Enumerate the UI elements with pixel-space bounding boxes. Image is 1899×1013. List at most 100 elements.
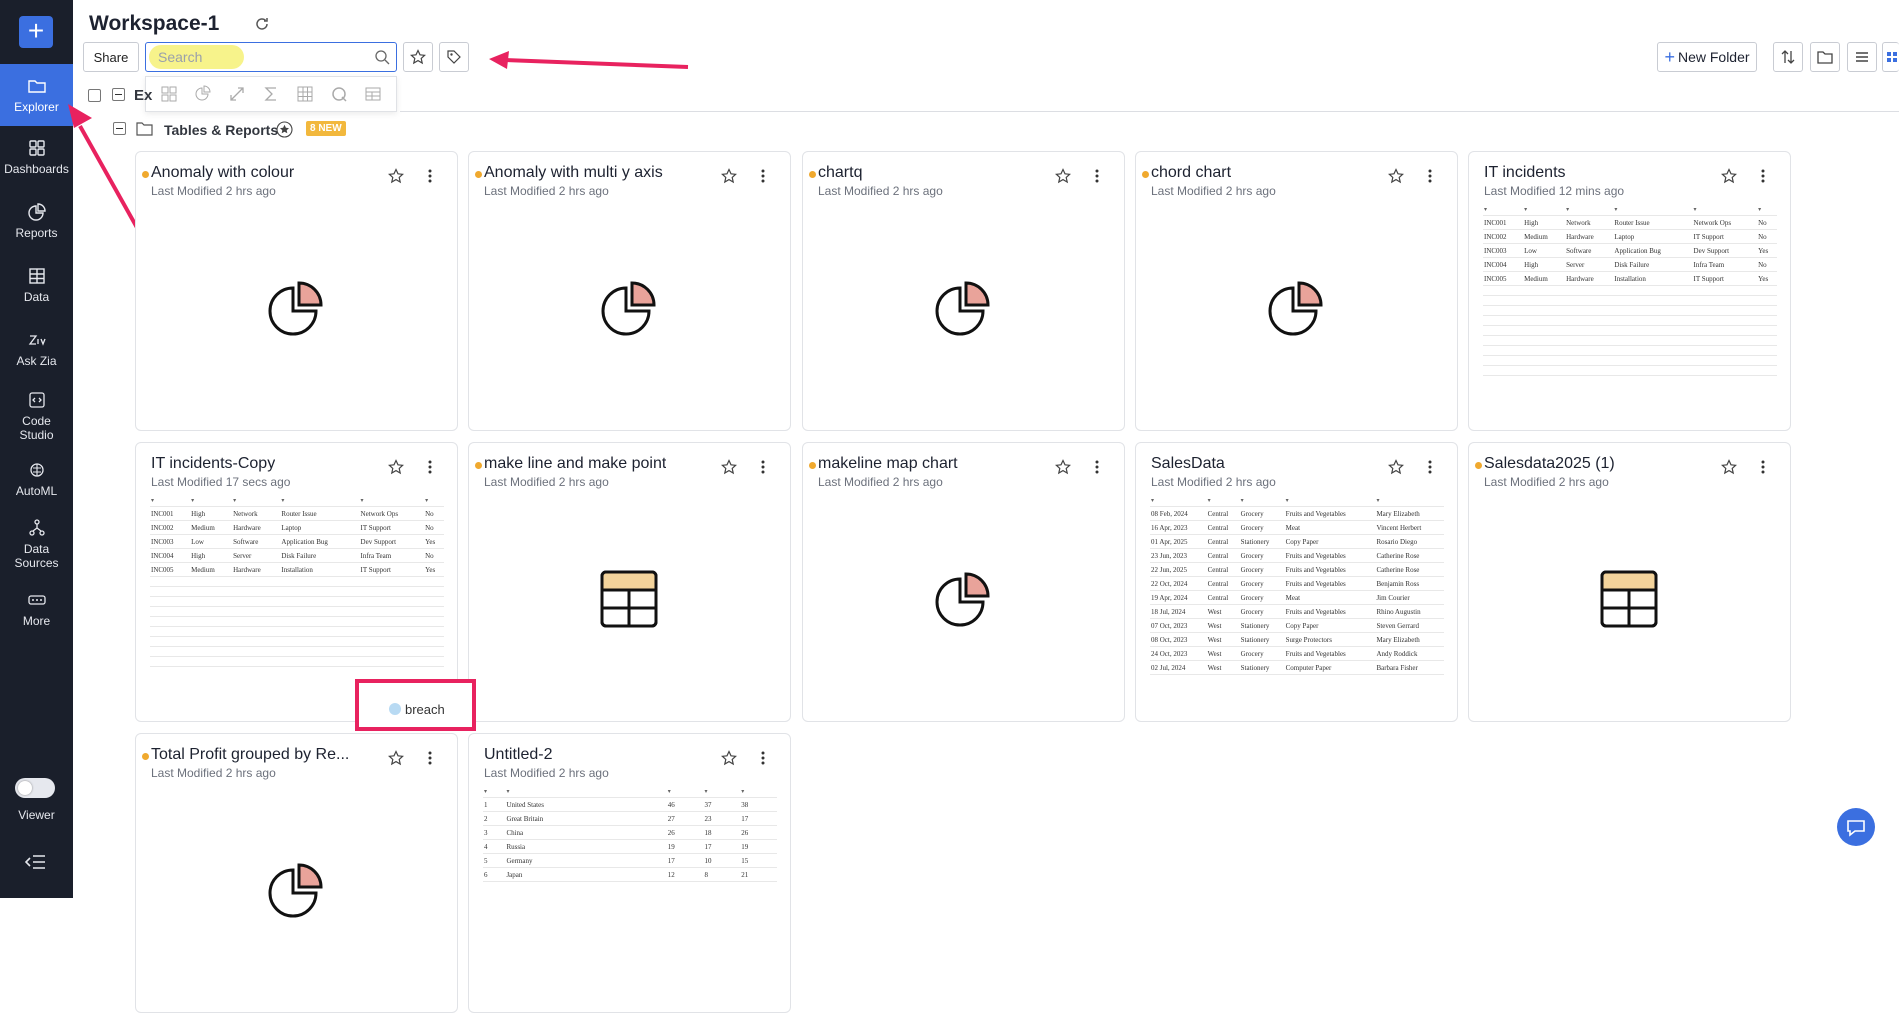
card-title[interactable]: chord chart — [1151, 164, 1231, 182]
card-modified: Last Modified 2 hrs ago — [1151, 475, 1276, 489]
more-options-icon[interactable] — [1760, 459, 1766, 475]
more-options-icon[interactable] — [1094, 168, 1100, 184]
table-cell: Rhino Augustin — [1375, 604, 1444, 619]
breach-status-dot — [389, 703, 401, 715]
table-cell: Central — [1206, 548, 1240, 563]
chat-support-button[interactable] — [1837, 808, 1875, 846]
card-title[interactable]: Anomaly with colour — [151, 164, 294, 182]
card-title[interactable]: chartq — [818, 164, 862, 182]
report-card[interactable]: chord chart Last Modified 2 hrs ago — [1135, 151, 1458, 431]
card-title[interactable]: Total Profit grouped by Re... — [151, 746, 349, 764]
folder-view-button[interactable] — [1810, 42, 1840, 72]
card-title[interactable]: makeline map chart — [818, 455, 958, 473]
expand-filter-icon[interactable] — [228, 85, 246, 103]
star-icon[interactable] — [721, 750, 737, 766]
report-card[interactable]: Salesdata2025 (1) Last Modified 2 hrs ago — [1468, 442, 1791, 722]
more-options-icon[interactable] — [427, 750, 433, 766]
more-options-icon[interactable] — [760, 459, 766, 475]
report-card[interactable]: makeline map chart Last Modified 2 hrs ag… — [802, 442, 1125, 722]
pie-chart-icon — [27, 203, 46, 221]
more-options-icon[interactable] — [760, 168, 766, 184]
card-title[interactable]: IT incidents-Copy — [151, 455, 275, 473]
more-options-icon[interactable] — [1427, 168, 1433, 184]
table-row: INC002 Medium Hardware Laptop IT Support No — [1483, 229, 1777, 244]
star-icon[interactable] — [388, 750, 404, 766]
add-button[interactable]: + — [19, 16, 53, 48]
star-icon[interactable] — [1388, 168, 1404, 184]
table-cell: West — [1206, 632, 1240, 647]
list-view-button[interactable] — [1847, 42, 1877, 72]
report-card[interactable]: make line and make point Last Modified 2 … — [468, 442, 791, 722]
view-filter-icon[interactable] — [364, 85, 382, 103]
new-folder-button[interactable]: + New Folder — [1657, 42, 1757, 72]
star-icon[interactable] — [388, 459, 404, 475]
star-icon[interactable] — [1055, 168, 1071, 184]
more-options-icon[interactable] — [1094, 459, 1100, 475]
sidebar-item-code-studio[interactable]: Code Studio — [0, 390, 73, 442]
sidebar-item-automl[interactable]: AutoML — [0, 460, 73, 498]
report-card[interactable]: chartq Last Modified 2 hrs ago — [802, 151, 1125, 431]
star-icon[interactable] — [1721, 459, 1737, 475]
more-options-icon[interactable] — [1427, 459, 1433, 475]
sidebar-item-ask-zia[interactable]: Ask Zia — [0, 330, 73, 368]
refresh-icon[interactable] — [253, 15, 271, 33]
sidebar-item-more[interactable]: More — [0, 590, 73, 628]
favorites-button[interactable] — [403, 42, 433, 72]
card-title[interactable]: make line and make point — [484, 455, 666, 473]
star-icon[interactable] — [721, 168, 737, 184]
search-input[interactable] — [158, 47, 358, 67]
table-filter-icon[interactable] — [296, 85, 314, 103]
table-cell: 07 Oct, 2023 — [1150, 618, 1207, 633]
report-card[interactable]: Total Profit grouped by Re... Last Modifi… — [135, 733, 458, 1013]
table-cell: IT Support — [359, 562, 425, 577]
sort-button[interactable] — [1773, 42, 1803, 72]
folder-favorite-icon[interactable] — [276, 121, 293, 138]
collapse-sidebar-icon[interactable] — [25, 853, 47, 871]
sidebar-item-label: Data — [23, 290, 50, 304]
more-options-icon[interactable] — [1760, 168, 1766, 184]
share-button[interactable]: Share — [83, 42, 139, 72]
table-cell: Surge Protectors — [1284, 632, 1376, 647]
grid-view-button[interactable] — [1882, 42, 1899, 72]
new-folder-label: New Folder — [1677, 49, 1750, 65]
table-cell: Fruits and Vegetables — [1284, 562, 1376, 577]
report-card[interactable]: Anomaly with multi y axis Last Modified 2… — [468, 151, 791, 431]
query-filter-icon[interactable] — [330, 85, 348, 103]
card-title[interactable]: Untitled-2 — [484, 746, 552, 764]
search-icon[interactable] — [374, 49, 390, 65]
table-cell: Rosario Diego — [1375, 534, 1444, 549]
breach-label[interactable]: breach — [405, 702, 445, 717]
table-cell: Benjamin Ross — [1375, 576, 1444, 591]
table-cell: 10 — [703, 853, 741, 868]
card-title[interactable]: Anomaly with multi y axis — [484, 164, 663, 182]
star-icon[interactable] — [721, 459, 737, 475]
table-cell: 38 — [740, 797, 777, 812]
card-title[interactable]: IT incidents — [1484, 164, 1566, 182]
viewer-toggle[interactable] — [15, 778, 55, 798]
report-card[interactable]: SalesData Last Modified 2 hrs ago ▾ ▾ ▾ ▾ ▾ 08 … — [1135, 442, 1458, 722]
card-title[interactable]: SalesData — [1151, 455, 1225, 473]
sidebar-item-label: Explorer — [14, 100, 59, 114]
tags-button[interactable] — [439, 42, 469, 72]
card-title[interactable]: Salesdata2025 (1) — [1484, 455, 1615, 473]
star-icon[interactable] — [1721, 168, 1737, 184]
report-card[interactable]: Untitled-2 Last Modified 2 hrs ago ▾ ▾ ▾ ▾ ▾ 1 U… — [468, 733, 791, 1013]
search-box[interactable] — [145, 42, 397, 72]
more-options-icon[interactable] — [427, 168, 433, 184]
chart-filter-icon[interactable] — [194, 85, 212, 103]
star-icon[interactable] — [1388, 459, 1404, 475]
report-card[interactable]: IT incidents Last Modified 12 mins ago ▾ ▾ ▾… — [1468, 151, 1791, 431]
sidebar-item-data-sources[interactable]: Data Sources — [0, 518, 73, 570]
table-cell: West — [1206, 646, 1240, 661]
formula-filter-icon[interactable] — [262, 85, 280, 103]
table-cell: Grocery — [1239, 520, 1285, 535]
more-options-icon[interactable] — [427, 459, 433, 475]
table-row: INC001 High Network Router Issue Network Ops… — [150, 506, 444, 521]
star-icon[interactable] — [388, 168, 404, 184]
table-cell: Network — [1565, 215, 1614, 230]
more-options-icon[interactable] — [760, 750, 766, 766]
star-icon[interactable] — [1055, 459, 1071, 475]
table-cell: 19 — [666, 839, 704, 854]
table-cell: Network Ops — [1692, 215, 1758, 230]
report-card[interactable]: Anomaly with colour Last Modified 2 hrs a… — [135, 151, 458, 431]
